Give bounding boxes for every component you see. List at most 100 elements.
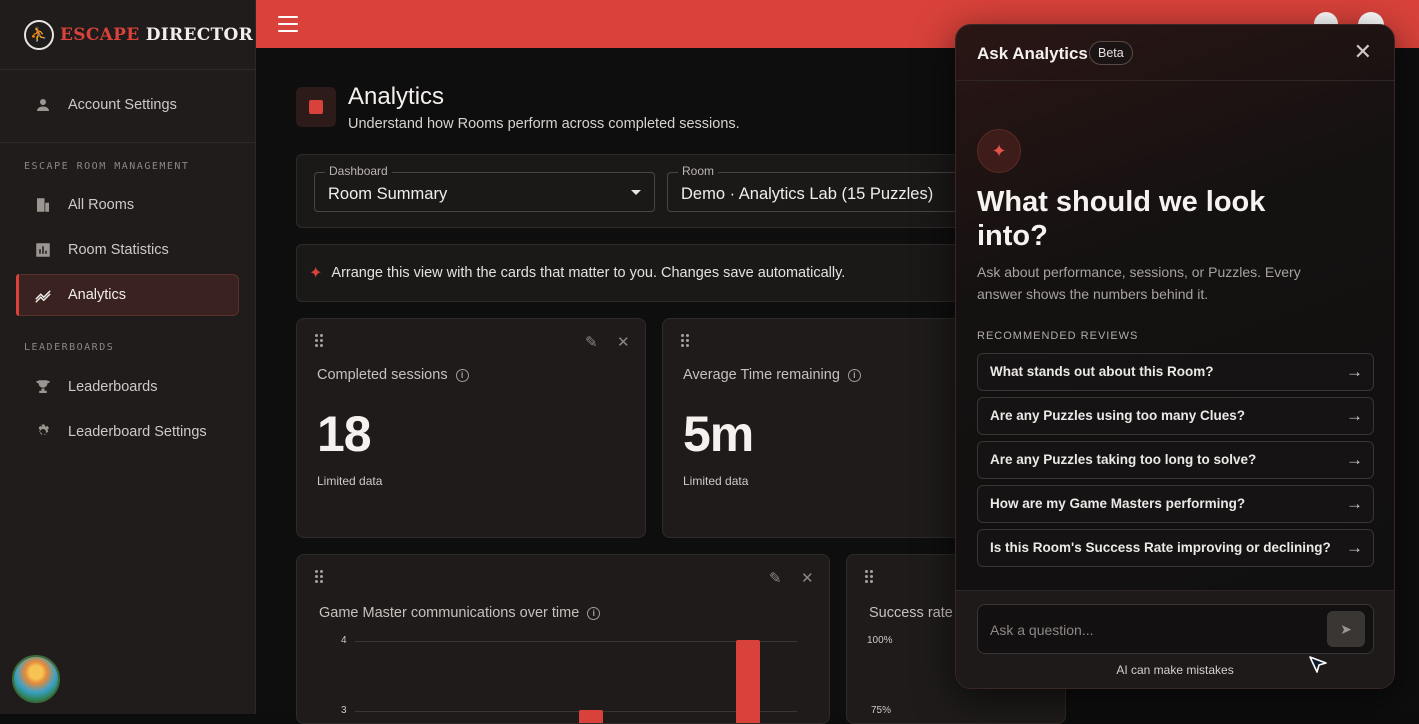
building-icon [37, 198, 49, 212]
mouse-cursor-icon [1309, 656, 1327, 673]
sparkle-icon: ✦ [309, 265, 323, 282]
sparkle-icon: ✦ [977, 129, 1021, 173]
metric-note: Limited data [317, 474, 383, 488]
filter-bar: Dashboard Room Summary Room Demo · Analy… [296, 154, 997, 228]
trend-line-icon [35, 290, 51, 303]
close-icon[interactable]: ✕ [801, 569, 814, 587]
metric-note: Limited data [683, 474, 749, 488]
divider [0, 142, 255, 143]
arrow-right-icon: → [1346, 450, 1363, 469]
completed-sessions-card: ✎ ✕ Completed sessions i 18 Limited data [296, 318, 646, 538]
close-icon[interactable]: ✕ [617, 333, 630, 351]
card-title: Success rate [869, 605, 953, 621]
info-icon[interactable]: i [587, 606, 601, 620]
arrow-right-icon: → [1346, 538, 1363, 557]
page-title: Analytics [348, 83, 445, 110]
info-bar-text: Arrange this view with the cards that ma… [331, 265, 846, 281]
arrow-right-icon: → [1346, 406, 1363, 425]
section-label-leaderboards: LEADERBOARDS [24, 342, 115, 353]
dashboard-select-label: Dashboard [325, 164, 392, 178]
metric-value: 18 [317, 406, 372, 462]
person-icon [37, 99, 49, 111]
room-select-label: Room [678, 164, 719, 178]
arrow-right-icon: → [1346, 362, 1363, 381]
y-tick-label: 4 [341, 635, 347, 646]
bar-chart-icon [36, 243, 50, 257]
question-text: Is this Room's Success Rate improving or… [990, 540, 1331, 555]
question-text: What stands out about this Room? [990, 364, 1214, 379]
suggested-question[interactable]: What stands out about this Room? → [977, 353, 1374, 391]
hero-heading: What should we look into? [977, 186, 1266, 252]
sidebar-item-label: Account Settings [68, 97, 177, 113]
sidebar-item-analytics[interactable]: Analytics [16, 274, 239, 316]
drag-handle-icon[interactable] [681, 334, 689, 347]
panel-title: Ask Analytics [977, 44, 1088, 63]
gear-icon [38, 424, 49, 435]
sidebar-item-all-rooms[interactable]: All Rooms [0, 184, 255, 226]
hero-subtitle: Ask about performance, sessions, or Puzz… [977, 264, 1301, 302]
suggested-question[interactable]: How are my Game Masters performing? → [977, 485, 1374, 523]
pencil-icon[interactable]: ✎ [769, 569, 782, 587]
sidebar-item-label: Leaderboard Settings [68, 424, 207, 440]
card-title: Average Time remaining [683, 367, 840, 383]
suggested-question[interactable]: Are any Puzzles taking too long to solve… [977, 441, 1374, 479]
brand-part-1: ESCAPE [60, 24, 140, 45]
y-tick-label: 75% [871, 705, 892, 716]
arrow-right-icon: → [1346, 494, 1363, 513]
brand-logo[interactable]: ⛹ ESCAPE DIRECTOR [0, 0, 255, 70]
workspace-avatar[interactable] [12, 655, 60, 703]
panel-header: Ask Analytics Beta ✕ [956, 25, 1394, 81]
room-select-value: Demo · Analytics Lab (15 Puzzles) [681, 185, 934, 203]
beta-badge: Beta [1089, 41, 1133, 65]
grid-line [355, 641, 797, 642]
section-label-room-management: ESCAPE ROOM MANAGEMENT [24, 161, 190, 172]
sidebar-item-label: All Rooms [68, 197, 135, 213]
analytics-page-icon [296, 87, 336, 127]
average-time-remaining-card: Average Time remaining i 5m Limited data [662, 318, 992, 538]
sidebar-item-room-statistics[interactable]: Room Statistics [0, 229, 255, 271]
gm-communications-card: ✎ ✕ Game Master communications over time… [296, 554, 830, 724]
ask-input[interactable]: Ask a question... ➤ [977, 604, 1374, 654]
y-tick-label: 3 [341, 705, 347, 716]
card-title: Game Master communications over time [319, 605, 580, 621]
sidebar-item-label: Room Statistics [68, 242, 169, 258]
card-title: Completed sessions [317, 367, 448, 383]
chevron-down-icon [631, 190, 641, 195]
drag-handle-icon[interactable] [315, 570, 323, 583]
menu-icon[interactable] [278, 15, 298, 33]
sidebar-item-leaderboard-settings[interactable]: Leaderboard Settings [0, 411, 255, 453]
send-button[interactable]: ➤ [1327, 611, 1365, 647]
sidebar: ⛹ ESCAPE DIRECTOR Account Settings ESCAP… [0, 0, 256, 714]
ask-analytics-panel: Ask Analytics Beta ✕ ✦ What should we lo… [955, 24, 1395, 689]
sidebar-item-label: Analytics [68, 287, 127, 303]
question-text: How are my Game Masters performing? [990, 496, 1246, 511]
sidebar-item-leaderboards[interactable]: Leaderboards [0, 366, 255, 408]
logo-icon: ⛹ [24, 19, 54, 50]
grid-line [355, 711, 797, 712]
y-tick-label: 100% [867, 635, 893, 646]
question-text: Are any Puzzles using too many Clues? [990, 408, 1246, 423]
drag-handle-icon[interactable] [315, 334, 323, 347]
ask-input-placeholder: Ask a question... [990, 622, 1094, 638]
customize-info-bar: ✦ Arrange this view with the cards that … [296, 244, 996, 302]
info-icon[interactable]: i [847, 368, 861, 382]
send-icon: ➤ [1340, 620, 1352, 637]
recommended-label: RECOMMENDED REVIEWS [977, 330, 1139, 342]
chart-bar[interactable] [579, 710, 603, 723]
suggested-question[interactable]: Is this Room's Success Rate improving or… [977, 529, 1374, 567]
dashboard-select[interactable]: Dashboard Room Summary [314, 164, 655, 212]
brand-part-2: DIRECTOR [145, 24, 254, 45]
pencil-icon[interactable]: ✎ [585, 333, 598, 351]
trophy-icon [36, 380, 50, 393]
question-text: Are any Puzzles taking too long to solve… [990, 452, 1257, 467]
sidebar-item-label: Leaderboards [68, 379, 158, 395]
sidebar-item-account-settings[interactable]: Account Settings [0, 84, 255, 126]
suggested-question[interactable]: Are any Puzzles using too many Clues? → [977, 397, 1374, 435]
drag-handle-icon[interactable] [865, 570, 873, 583]
metric-value: 5m [683, 406, 754, 462]
chart-bar[interactable] [736, 640, 760, 723]
page-subtitle: Understand how Rooms perform across comp… [348, 116, 740, 132]
close-icon[interactable]: ✕ [1354, 39, 1372, 65]
room-select[interactable]: Room Demo · Analytics Lab (15 Puzzles) [667, 164, 997, 212]
info-icon[interactable]: i [455, 368, 469, 382]
